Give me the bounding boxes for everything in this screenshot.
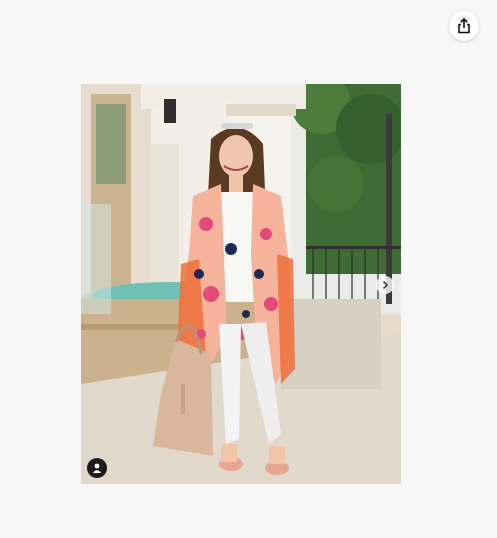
share-icon [458, 18, 470, 34]
share-button[interactable] [449, 11, 479, 41]
product-photo[interactable] [81, 84, 401, 484]
profile-button[interactable] [87, 458, 107, 478]
image-viewer [0, 0, 497, 538]
next-image-button[interactable] [376, 276, 394, 294]
chevron-right-icon [382, 280, 389, 290]
user-icon [92, 463, 102, 473]
photo-illustration [81, 84, 401, 484]
